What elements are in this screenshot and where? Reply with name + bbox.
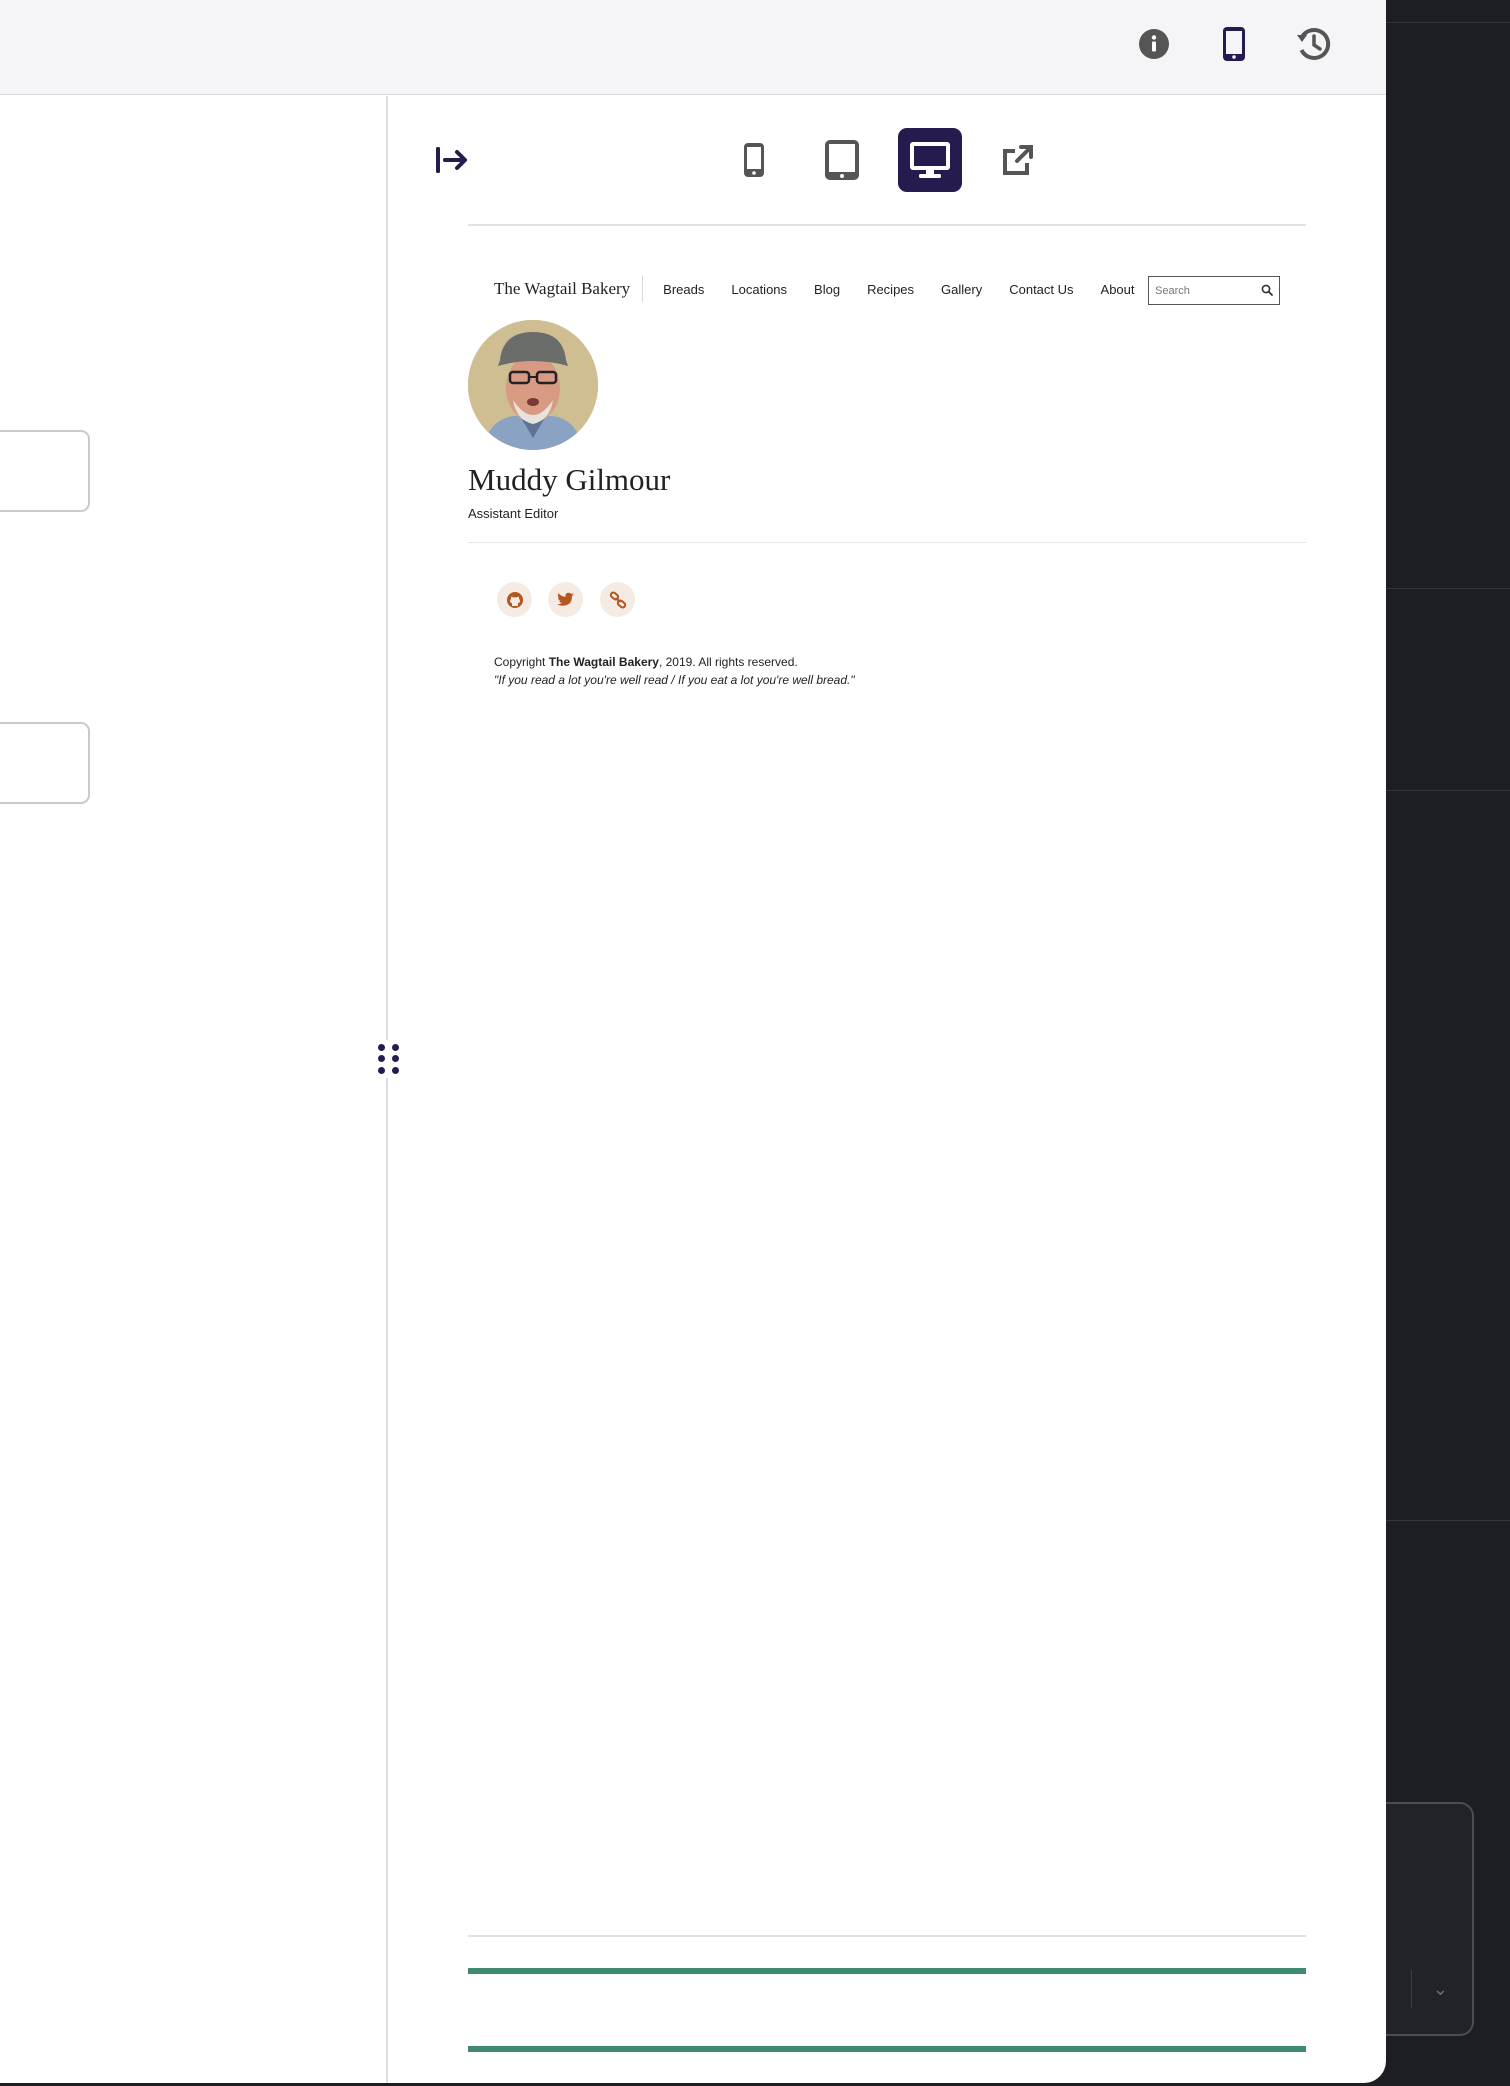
- panel-splitter[interactable]: [386, 96, 388, 2083]
- site-search: [1148, 276, 1280, 305]
- divider: [1411, 1970, 1412, 2008]
- site-brand[interactable]: The Wagtail Bakery: [494, 276, 644, 302]
- website-link[interactable]: [600, 582, 635, 617]
- search-icon[interactable]: [1261, 281, 1273, 300]
- nav-link-locations[interactable]: Locations: [731, 282, 787, 297]
- copyright-text: Copyright The Wagtail Bakery, 2019. All …: [494, 655, 798, 669]
- device-mobile-button[interactable]: [722, 128, 786, 192]
- green-bar: [468, 1968, 1306, 1974]
- nav-link-recipes[interactable]: Recipes: [867, 282, 914, 297]
- person-role: Assistant Editor: [468, 506, 559, 521]
- twitter-icon: [556, 592, 574, 606]
- mobile-preview-icon[interactable]: [1216, 26, 1252, 62]
- editor-panel: [0, 96, 386, 2083]
- divider: [468, 1935, 1306, 1937]
- motto-text: "If you read a lot you're well read / If…: [494, 673, 855, 687]
- copyright-brand: The Wagtail Bakery: [548, 655, 659, 669]
- form-field[interactable]: [0, 722, 90, 804]
- divider: [1384, 588, 1510, 589]
- desktop-icon: [910, 142, 950, 178]
- mobile-icon: [744, 143, 764, 177]
- avatar: [468, 320, 598, 450]
- person-name: Muddy Gilmour: [468, 462, 671, 497]
- twitter-link[interactable]: [548, 582, 583, 617]
- chevron-down-icon: ⌄: [1432, 1979, 1448, 2000]
- tablet-icon: [825, 140, 859, 180]
- site-nav-links: Breads Locations Blog Recipes Gallery Co…: [663, 282, 1161, 297]
- copyright-prefix: Copyright: [494, 655, 549, 669]
- external-link-icon: [1003, 145, 1033, 175]
- divider: [1384, 22, 1510, 23]
- device-desktop-button[interactable]: [898, 128, 962, 192]
- nav-link-breads[interactable]: Breads: [663, 282, 704, 297]
- divider: [1384, 790, 1510, 791]
- search-input[interactable]: [1155, 284, 1255, 297]
- nav-link-about[interactable]: About: [1101, 282, 1135, 297]
- github-link[interactable]: [497, 582, 532, 617]
- open-in-new-tab-button[interactable]: [986, 128, 1050, 192]
- nav-link-blog[interactable]: Blog: [814, 282, 840, 297]
- form-field[interactable]: [0, 430, 90, 512]
- github-icon: [506, 591, 523, 608]
- divider: [468, 224, 1306, 226]
- nav-link-gallery[interactable]: Gallery: [941, 282, 982, 297]
- green-bar: [468, 2046, 1306, 2052]
- top-toolbar: [0, 0, 1386, 95]
- collapse-preview-button[interactable]: [434, 142, 470, 178]
- device-tablet-button[interactable]: [810, 128, 874, 192]
- background-page: [1384, 0, 1510, 2086]
- info-icon[interactable]: [1136, 26, 1172, 62]
- link-icon: [609, 591, 626, 608]
- preview-drawer: The Wagtail Bakery Breads Locations Blog…: [0, 0, 1386, 2083]
- divider: [468, 542, 1306, 543]
- drag-handle-icon[interactable]: [374, 1040, 400, 1078]
- nav-link-contact-us[interactable]: Contact Us: [1009, 282, 1073, 297]
- copyright-suffix: , 2019. All rights reserved.: [658, 655, 798, 669]
- history-icon[interactable]: [1296, 26, 1332, 62]
- divider: [1384, 1520, 1510, 1521]
- background-dropdown: ⌄: [1384, 1802, 1474, 2036]
